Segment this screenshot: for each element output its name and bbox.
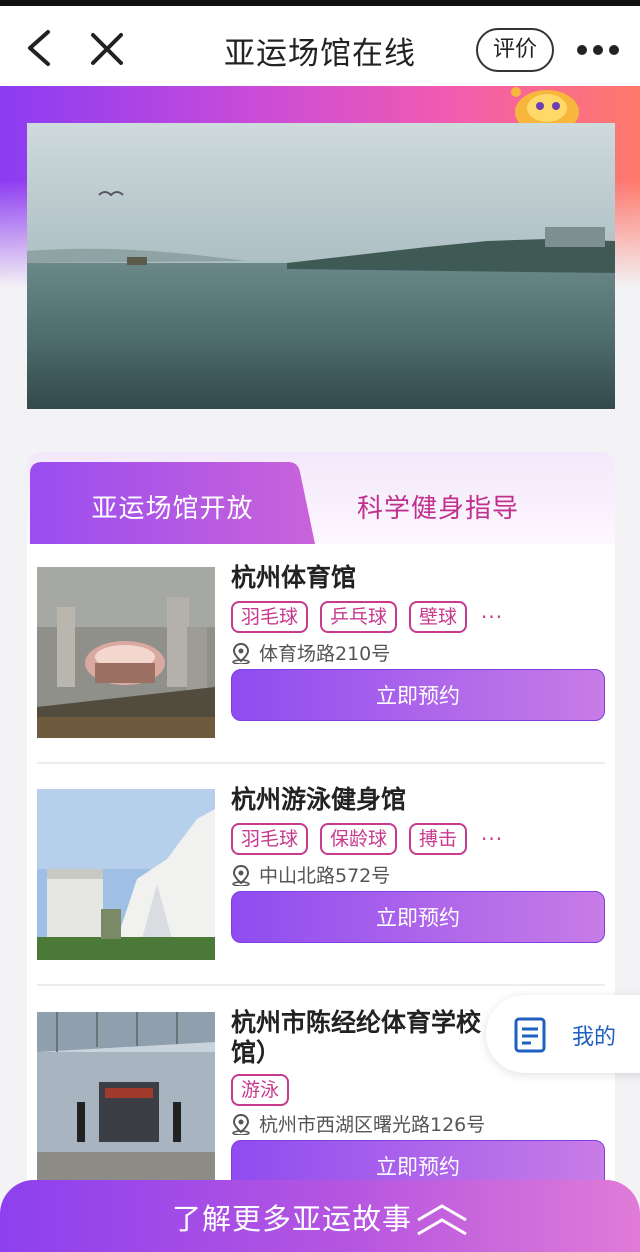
learn-more-bar[interactable]: 了解更多亚运故事 [0,1180,640,1252]
tag-swimming: 游泳 [231,1074,290,1106]
banner-lake-photo [27,123,615,409]
venue-address-text: 杭州市西湖区曙光路126号 [259,1114,486,1136]
venue-tags: 游泳 [231,1074,290,1106]
venue-address-text: 中山北路572号 [259,865,391,887]
venue-card: 杭州游泳健身馆 羽毛球 保龄球 搏击 ··· 中山北路572号 立即预约 [37,785,605,1011]
tab-bar: 亚运场馆开放 科学健身指导 [27,452,615,544]
top-nav-bar: 亚运场馆在线 评价 [0,0,640,86]
tab-fitness-guide[interactable]: 科学健身指导 [357,488,519,525]
location-pin-icon [232,864,250,886]
tag-badminton: 羽毛球 [231,823,309,855]
venue-address: 体育场路210号 [231,639,390,666]
location-pin-icon [232,1113,250,1135]
more-tags-icon[interactable]: ··· [481,605,503,629]
tab-venues-open[interactable]: 亚运场馆开放 [30,462,315,544]
document-icon [514,1017,546,1053]
venue-name: 杭州市陈经纶体育学校 馆） [231,1008,481,1068]
divider [37,984,605,986]
venue-card: 杭州体育馆 羽毛球 乒乓球 壁球 ··· 体育场路210号 立即预约 [37,563,605,789]
venue-name: 杭州体育馆 [231,563,357,592]
my-label: 我的 [572,1025,617,1050]
venue-panel: 亚运场馆开放 科学健身指导 杭州体育馆 羽毛球 乒乓球 壁球 ··· 体育场路2… [27,452,615,1252]
mascot-illustration [511,87,579,128]
venue-photo [37,567,215,738]
learn-more-label: 了解更多亚运故事 [172,1202,413,1236]
my-floating-button[interactable]: 我的 [486,995,640,1073]
tag-table-tennis: 乒乓球 [320,601,398,633]
venue-name: 杭州游泳健身馆 [231,785,407,814]
review-button[interactable]: 评价 [476,28,554,72]
divider [37,762,605,764]
venue-address: 杭州市西湖区曙光路126号 [231,1110,485,1137]
location-pin-icon [232,642,250,664]
tag-combat: 搏击 [409,823,468,855]
tag-bowling: 保龄球 [320,823,398,855]
book-now-button[interactable]: 立即预约 [231,891,605,943]
venue-photo [37,1012,215,1183]
venue-photo [37,789,215,960]
double-chevron-up-icon [417,1204,467,1236]
venue-name-line1: 杭州市陈经纶体育学校 [231,1008,482,1037]
more-options-icon[interactable] [576,40,620,60]
venue-tags: 羽毛球 乒乓球 壁球 ··· [231,601,503,633]
tag-squash: 壁球 [409,601,468,633]
venue-tags: 羽毛球 保龄球 搏击 ··· [231,823,503,855]
tab-venues-open-label: 亚运场馆开放 [91,494,254,524]
tag-badminton: 羽毛球 [231,601,309,633]
venue-address: 中山北路572号 [231,861,390,888]
more-tags-icon[interactable]: ··· [481,827,503,851]
book-now-button[interactable]: 立即预约 [231,669,605,721]
venue-address-text: 体育场路210号 [259,643,391,665]
venue-name-line2: 馆） [231,1038,282,1067]
